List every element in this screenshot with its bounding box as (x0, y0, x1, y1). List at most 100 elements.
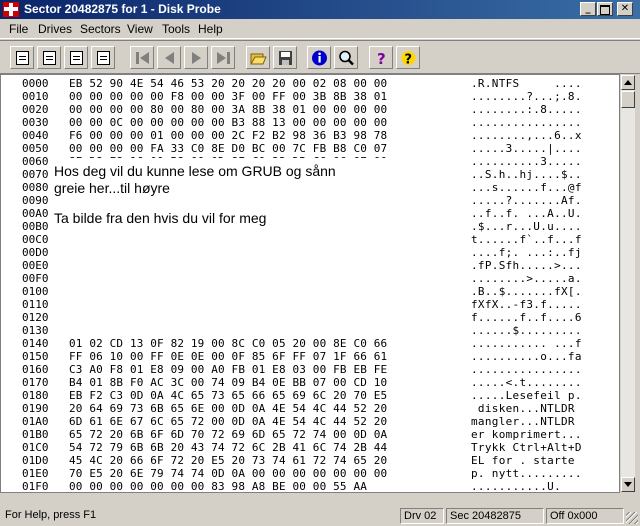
menu-drives[interactable]: Drives (38, 22, 72, 36)
ascii-cell[interactable]: ...s......f...@f (471, 181, 611, 195)
offset-cell[interactable]: 0170 (22, 376, 62, 390)
hex-bytes-cell[interactable]: 20 64 69 73 6B 65 6E 00 0D 0A 4E 54 4C 4… (69, 402, 459, 416)
hex-bytes-cell[interactable]: 65 72 20 6B 6F 6D 70 72 69 6D 65 72 74 0… (69, 428, 459, 442)
hex-bytes-cell[interactable]: B4 01 8B F0 AC 3C 00 74 09 B4 0E BB 07 0… (69, 376, 459, 390)
hex-row[interactable]: 01A0 6D 61 6E 67 6C 65 72 00 0D 0A 4E 54 … (1, 415, 619, 429)
hex-bytes-cell[interactable]: 00 00 00 00 00 00 00 83 98 A8 BE 00 00 5… (69, 480, 459, 494)
hex-row[interactable]: 01C0 54 72 79 6B 6B 20 43 74 72 6C 2B 41 … (1, 441, 619, 455)
read-sector-button[interactable] (10, 46, 34, 69)
open-file-button[interactable] (246, 46, 270, 69)
ascii-cell[interactable]: ..S.h..hj....$.. (471, 168, 611, 182)
hex-bytes-cell[interactable]: 00 00 00 00 00 F8 00 00 3F 00 FF 00 3B 8… (69, 90, 459, 104)
ascii-cell[interactable]: .....<.t........ (471, 376, 611, 390)
menu-sectors[interactable]: Sectors (80, 22, 121, 36)
hex-bytes-cell[interactable]: 00 00 0C 00 00 00 00 00 B3 88 13 00 00 0… (69, 116, 459, 130)
hex-bytes-cell[interactable]: FF 06 10 00 FF 0E 0E 00 0F 85 6F FF 07 1… (69, 350, 459, 364)
ascii-cell[interactable]: .....?.......Af. (471, 194, 611, 208)
ascii-cell[interactable]: t......f`..f...f (471, 233, 611, 247)
next-sector-button[interactable] (184, 46, 208, 69)
ascii-cell[interactable]: ........>.....a. (471, 272, 611, 286)
hex-row[interactable]: 01F0 00 00 00 00 00 00 00 83 98 A8 BE 00 … (1, 480, 619, 494)
offset-cell[interactable]: 01D0 (22, 454, 62, 468)
vertical-scrollbar[interactable] (620, 74, 636, 493)
ascii-cell[interactable]: .B..$.......fX[. (471, 285, 611, 299)
ascii-cell[interactable]: .....3.....|.... (471, 142, 611, 156)
copy-sector-button[interactable] (64, 46, 88, 69)
previous-sector-button[interactable] (157, 46, 181, 69)
hex-row[interactable]: 0190 20 64 69 73 6B 65 6E 00 0D 0A 4E 54 … (1, 402, 619, 416)
hex-bytes-cell[interactable]: 00 00 00 00 80 00 80 00 3A 8B 38 01 00 0… (69, 103, 459, 117)
ascii-cell[interactable]: ........?...;.8. (471, 90, 611, 104)
ascii-cell[interactable]: ................ (471, 116, 611, 130)
ascii-cell[interactable]: .R.NTFS .... (471, 77, 611, 91)
hex-row[interactable]: 0180 EB F2 C3 0D 0A 4C 65 73 65 66 65 69 … (1, 389, 619, 403)
offset-cell[interactable]: 0020 (22, 103, 62, 117)
ascii-cell[interactable]: ....f;. ...:..fj (471, 246, 611, 260)
first-sector-button[interactable] (130, 46, 154, 69)
offset-cell[interactable]: 0150 (22, 350, 62, 364)
ascii-cell[interactable]: ........:.8..... (471, 103, 611, 117)
ascii-cell[interactable]: ..........3..... (471, 155, 611, 169)
ascii-cell[interactable]: EL for . starte (471, 454, 611, 468)
hex-bytes-cell[interactable]: EB F2 C3 0D 0A 4C 65 73 65 66 65 69 6C 2… (69, 389, 459, 403)
offset-cell[interactable]: 0010 (22, 90, 62, 104)
hex-bytes-cell[interactable]: 54 72 79 6B 6B 20 43 74 72 6C 2B 41 6C 7… (69, 441, 459, 455)
maximize-button[interactable] (597, 2, 613, 16)
menu-file[interactable]: File (9, 22, 28, 36)
hex-bytes-cell[interactable]: 6D 61 6E 67 6C 65 72 00 0D 0A 4E 54 4C 4… (69, 415, 459, 429)
offset-cell[interactable]: 0030 (22, 116, 62, 130)
offset-cell[interactable]: 0000 (22, 77, 62, 91)
scroll-up-button[interactable] (621, 75, 635, 90)
ascii-cell[interactable]: er komprimert... (471, 428, 611, 442)
print-button[interactable] (91, 46, 115, 69)
write-sector-button[interactable] (37, 46, 61, 69)
hex-bytes-cell[interactable]: 01 02 CD 13 0F 82 19 00 8C C0 05 20 00 8… (69, 337, 459, 351)
ascii-cell[interactable]: .....Lesefeil p. (471, 389, 611, 403)
offset-cell[interactable]: 01B0 (22, 428, 62, 442)
offset-cell[interactable]: 0190 (22, 402, 62, 416)
offset-cell[interactable]: 0040 (22, 129, 62, 143)
hex-row[interactable]: 0150 FF 06 10 00 FF 0E 0E 00 0F 85 6F FF … (1, 350, 619, 364)
last-sector-button[interactable] (211, 46, 235, 69)
hex-row[interactable]: 0160 C3 A0 F8 01 E8 09 00 A0 FB 01 E8 03 … (1, 363, 619, 377)
hex-row[interactable]: 0030 00 00 0C 00 00 00 00 00 B3 88 13 00 … (1, 116, 619, 130)
resize-grip[interactable] (626, 512, 638, 524)
ascii-cell[interactable]: f......f..f....6 (471, 311, 611, 325)
hex-row[interactable]: 01D0 45 4C 20 66 6F 72 20 E5 20 73 74 61 … (1, 454, 619, 468)
ascii-cell[interactable]: ................ (471, 363, 611, 377)
ascii-cell[interactable]: p. nytt......... (471, 467, 611, 481)
ascii-cell[interactable]: ..........o...fa (471, 350, 611, 364)
hex-bytes-cell[interactable]: EB 52 90 4E 54 46 53 20 20 20 20 00 02 0… (69, 77, 459, 91)
ascii-cell[interactable]: .fP.Sfh.....>... (471, 259, 611, 273)
scroll-down-button[interactable] (621, 477, 635, 492)
info-button[interactable] (307, 46, 331, 69)
search-button[interactable] (334, 46, 358, 69)
disk-probe-app-icon[interactable] (3, 2, 19, 17)
hex-row[interactable]: 0000 EB 52 90 4E 54 46 53 20 20 20 20 00 … (1, 77, 619, 91)
context-help-button[interactable]: ? (396, 46, 420, 69)
help-button[interactable]: ? (369, 46, 393, 69)
offset-cell[interactable]: 01F0 (22, 480, 62, 494)
ascii-cell[interactable]: ...........U. (471, 480, 611, 494)
offset-cell[interactable]: 0160 (22, 363, 62, 377)
ascii-cell[interactable]: disken...NTLDR (471, 402, 611, 416)
offset-cell[interactable]: 01C0 (22, 441, 62, 455)
hex-row[interactable]: 0140 01 02 CD 13 0F 82 19 00 8C C0 05 20 … (1, 337, 619, 351)
offset-cell[interactable]: 0180 (22, 389, 62, 403)
scroll-thumb[interactable] (621, 91, 635, 108)
hex-row[interactable]: 0170 B4 01 8B F0 AC 3C 00 74 09 B4 0E BB … (1, 376, 619, 390)
hex-row[interactable]: 01B0 65 72 20 6B 6F 6D 70 72 69 6D 65 72 … (1, 428, 619, 442)
ascii-cell[interactable]: ..f..f. ...A..U. (471, 207, 611, 221)
hex-row[interactable]: 0020 00 00 00 00 80 00 80 00 3A 8B 38 01 … (1, 103, 619, 117)
hex-row[interactable]: 0050 00 00 00 00 FA 33 C0 8E D0 BC 00 7C … (1, 142, 619, 156)
save-file-button[interactable] (273, 46, 297, 69)
hex-row[interactable]: 01E0 70 E5 20 6E 79 74 74 0D 0A 00 00 00 … (1, 467, 619, 481)
hex-bytes-cell[interactable]: 70 E5 20 6E 79 74 74 0D 0A 00 00 00 00 0… (69, 467, 459, 481)
title-bar[interactable]: Sector 20482875 for 1 - Disk Probe _ ✕ (0, 0, 640, 19)
hex-bytes-cell[interactable]: 45 4C 20 66 6F 72 20 E5 20 73 74 61 72 7… (69, 454, 459, 468)
hex-row[interactable]: 0010 00 00 00 00 00 F8 00 00 3F 00 FF 00 … (1, 90, 619, 104)
close-button[interactable]: ✕ (617, 2, 633, 16)
minimize-button[interactable]: _ (580, 2, 596, 16)
ascii-cell[interactable]: ......$......... (471, 324, 611, 338)
offset-cell[interactable]: 0050 (22, 142, 62, 156)
